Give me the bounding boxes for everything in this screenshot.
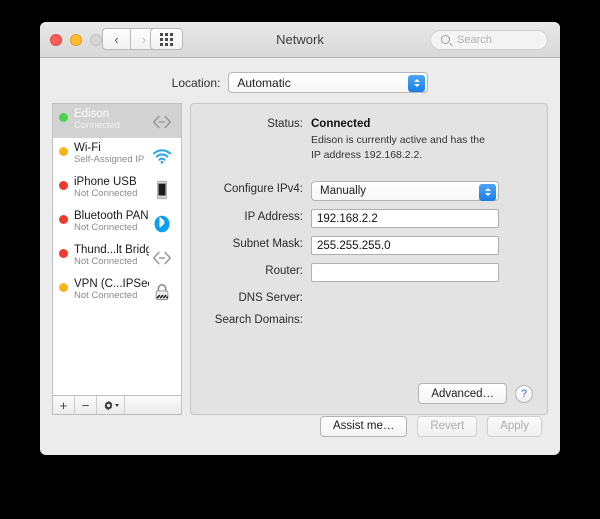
service-text: Wi-Fi Self-Assigned IP bbox=[74, 142, 149, 166]
dns-server-label: DNS Server: bbox=[238, 292, 303, 305]
service-detail-panel: Status: Connected Edison is currently ac… bbox=[190, 103, 548, 415]
service-status-dot bbox=[59, 181, 68, 190]
service-status: Not Connected bbox=[74, 290, 138, 302]
service-icon-wrap bbox=[149, 211, 175, 237]
location-value: Automatic bbox=[237, 75, 291, 90]
bluetooth-icon bbox=[154, 215, 170, 233]
service-text: VPN (C...IPSec) Not Connected bbox=[74, 278, 149, 302]
service-status: Connected bbox=[74, 120, 120, 132]
status-value: Connected bbox=[311, 118, 371, 130]
service-list-item[interactable]: Bluetooth PAN Not Connected bbox=[53, 206, 181, 240]
window-titlebar: ‹ › Network Search bbox=[40, 22, 560, 58]
subnet-mask-field[interactable]: 255.255.255.0 bbox=[311, 236, 499, 256]
location-label: Location: bbox=[171, 75, 221, 90]
service-icon-wrap bbox=[149, 245, 175, 271]
configure-ipv4-row: Configure IPv4: Manually bbox=[191, 181, 533, 202]
service-text: Thund...lt BridgeNot Connected bbox=[74, 244, 149, 268]
service-status: Not Connected bbox=[74, 222, 138, 234]
services-sidebar: Edison Connected Wi-Fi Self-Assigned IP iPho… bbox=[52, 103, 182, 415]
window-footer: Assist me… Revert Apply bbox=[40, 397, 560, 455]
service-status: Not Connected bbox=[74, 188, 138, 200]
assist-me-button[interactable]: Assist me… bbox=[320, 415, 408, 437]
subnet-mask-label: Subnet Mask: bbox=[232, 238, 303, 251]
vpn-lock-icon bbox=[155, 284, 169, 300]
service-status-dot bbox=[59, 147, 68, 156]
service-icon-wrap bbox=[149, 177, 175, 203]
service-icon-wrap bbox=[149, 143, 175, 169]
configure-ipv4-value: Manually bbox=[320, 185, 367, 198]
service-list-item[interactable]: iPhone USB Not Connected bbox=[53, 172, 181, 206]
ip-address-field[interactable]: 192.168.2.2 bbox=[311, 209, 499, 229]
thunderbolt-icon bbox=[152, 115, 172, 129]
search-domains-row: Search Domains: bbox=[191, 312, 533, 326]
location-row: Location: Automatic bbox=[40, 72, 560, 93]
service-status-dot bbox=[59, 283, 68, 292]
configure-ipv4-label: Configure IPv4: bbox=[223, 183, 303, 196]
network-preferences-window: ‹ › Network Search Location: Automatic E… bbox=[40, 22, 560, 455]
search-icon bbox=[441, 35, 450, 44]
status-description: Edison is currently active and has the I… bbox=[311, 134, 485, 162]
configure-ipv4-select[interactable]: Manually bbox=[311, 181, 499, 202]
revert-button: Revert bbox=[417, 415, 478, 437]
chevron-updown-icon bbox=[408, 74, 426, 92]
service-status: Self-Assigned IP bbox=[74, 154, 145, 166]
apply-button: Apply bbox=[487, 415, 542, 437]
service-status: Not Connected bbox=[74, 256, 138, 268]
service-text: Edison Connected bbox=[74, 108, 149, 132]
router-label: Router: bbox=[265, 265, 303, 278]
search-placeholder: Search bbox=[457, 34, 492, 46]
service-status-dot bbox=[59, 249, 68, 258]
service-text: Bluetooth PAN Not Connected bbox=[74, 210, 149, 234]
service-list-item[interactable]: Wi-Fi Self-Assigned IP bbox=[53, 138, 181, 172]
service-icon-wrap bbox=[149, 279, 175, 305]
service-text: iPhone USB Not Connected bbox=[74, 176, 149, 200]
subnet-mask-row: Subnet Mask: 255.255.255.0 bbox=[191, 236, 533, 256]
search-domains-label: Search Domains: bbox=[214, 314, 303, 327]
router-field[interactable] bbox=[311, 263, 499, 283]
service-status-dot bbox=[59, 113, 68, 122]
services-list[interactable]: Edison Connected Wi-Fi Self-Assigned IP iPho… bbox=[52, 103, 182, 395]
service-status-dot bbox=[59, 215, 68, 224]
dns-server-row: DNS Server: bbox=[191, 290, 533, 304]
location-select[interactable]: Automatic bbox=[228, 72, 429, 93]
service-list-item[interactable]: VPN (C...IPSec) Not Connected bbox=[53, 274, 181, 308]
iphone-icon bbox=[157, 180, 167, 200]
preferences-body: Edison Connected Wi-Fi Self-Assigned IP iPho… bbox=[52, 103, 548, 415]
service-list-item[interactable]: Thund...lt BridgeNot Connected bbox=[53, 240, 181, 274]
router-row: Router: bbox=[191, 263, 533, 283]
thunderbolt-icon bbox=[152, 251, 172, 265]
ip-address-label: IP Address: bbox=[244, 211, 303, 224]
search-input[interactable]: Search bbox=[430, 30, 548, 50]
service-icon-wrap bbox=[149, 109, 175, 135]
chevron-updown-icon bbox=[479, 183, 496, 201]
ip-address-row: IP Address: 192.168.2.2 bbox=[191, 209, 533, 229]
wifi-icon bbox=[152, 149, 172, 164]
status-label: Status: bbox=[267, 118, 303, 130]
service-list-item[interactable]: Edison Connected bbox=[53, 104, 181, 138]
status-row: Status: Connected Edison is currently ac… bbox=[191, 116, 533, 163]
